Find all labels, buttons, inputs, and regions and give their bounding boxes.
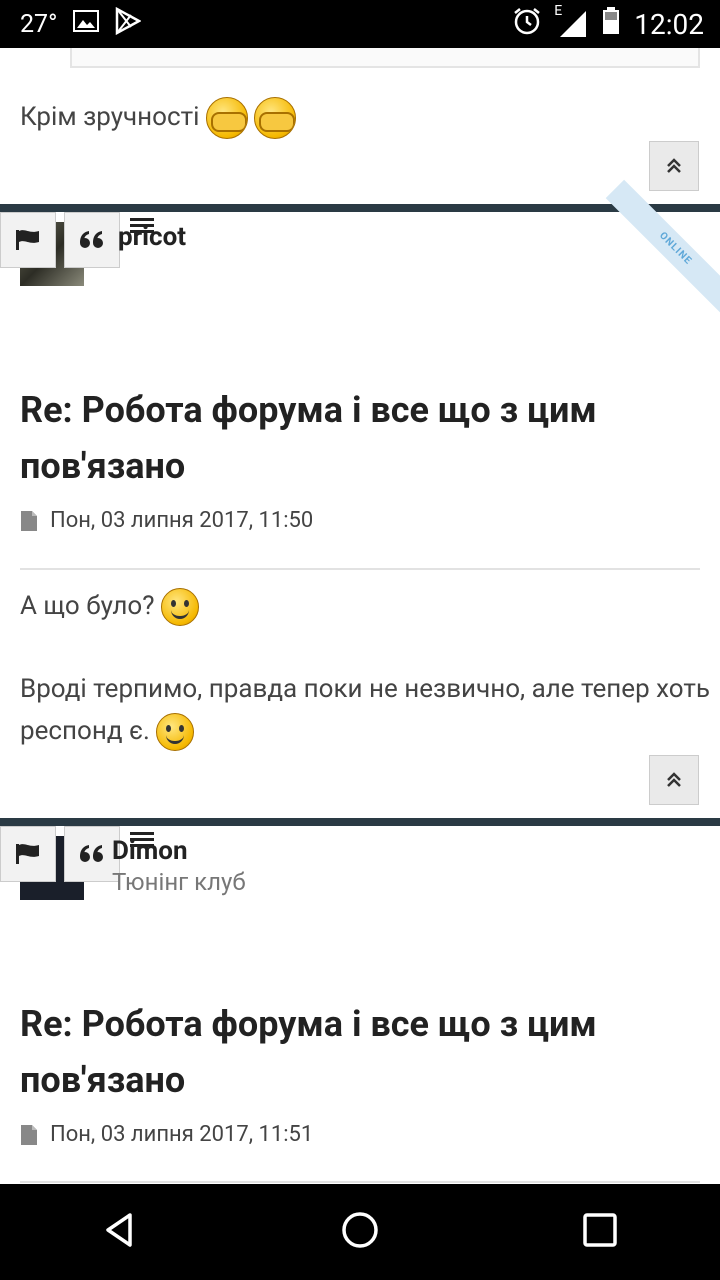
post-title: Re: Робота форума і все що з цим пов'яза… [20,1003,597,1101]
username[interactable]: pricot [118,222,186,252]
post-date-text: Пон, 03 липня 2017, 11:50 [50,508,314,533]
back-button[interactable] [100,1210,140,1254]
smile-icon [156,713,195,752]
user-rank: Тюнінг клуб [112,868,246,896]
online-badge: ONLINE [605,179,720,319]
post-text: А що було? [20,591,155,621]
report-button[interactable] [0,212,56,268]
back-to-top-button[interactable] [649,141,699,191]
clock: 12:02 [634,7,704,41]
status-bar: 27° E 12:02 [0,0,720,48]
double-chevron-up-icon [667,772,681,787]
navigation-bar [0,1184,720,1280]
signal-icon: E [554,3,588,39]
post-date: Пон, 03 липня 2017, 11:50 [20,508,313,533]
smile-icon [160,588,199,627]
quote-icon [80,231,103,248]
recents-button[interactable] [580,1210,620,1254]
recents-square-icon [583,1213,617,1247]
battery-icon [602,6,620,42]
home-button[interactable] [340,1210,380,1254]
alarm-icon [512,6,542,43]
facepalm-smiley-icon [254,97,297,140]
post-separator [20,1181,700,1183]
post-body: Крім зручності [20,96,297,140]
flag-icon [16,230,39,250]
quote-button[interactable] [64,212,120,268]
post-title: Re: Робота форума і все що з цим пов'яза… [20,389,597,487]
post-divider [0,818,720,826]
post-date-text: Пон, 03 липня 2017, 11:51 [50,1122,314,1147]
post-body: Вроді терпимо, правда поки не незвично, … [20,668,710,752]
facepalm-smiley-icon [205,97,248,140]
post-text: Крім зручності [20,102,200,132]
quote-box [70,48,700,68]
post-separator [20,568,700,570]
forum-content[interactable]: Крім зручності ONLINE pricot Re: Робота … [0,48,720,1184]
quote-icon [80,845,103,862]
report-button[interactable] [0,826,56,882]
play-store-icon [115,6,143,42]
network-type-label: E [554,3,563,19]
temperature-indicator: 27° [20,9,58,39]
username[interactable]: Dimon [112,836,188,866]
post-text: Вроді терпимо, правда поки не незвично, … [20,674,710,746]
back-triangle-icon [106,1213,132,1247]
back-to-top-button[interactable] [649,755,699,805]
home-circle-icon [342,1212,378,1248]
document-icon [21,510,37,531]
post-body: А що було? [20,585,700,627]
flag-icon [16,844,39,864]
double-chevron-up-icon [667,158,681,173]
post-date: Пон, 03 липня 2017, 11:51 [20,1122,313,1147]
image-notification-icon [73,9,100,39]
document-icon [21,1124,37,1145]
